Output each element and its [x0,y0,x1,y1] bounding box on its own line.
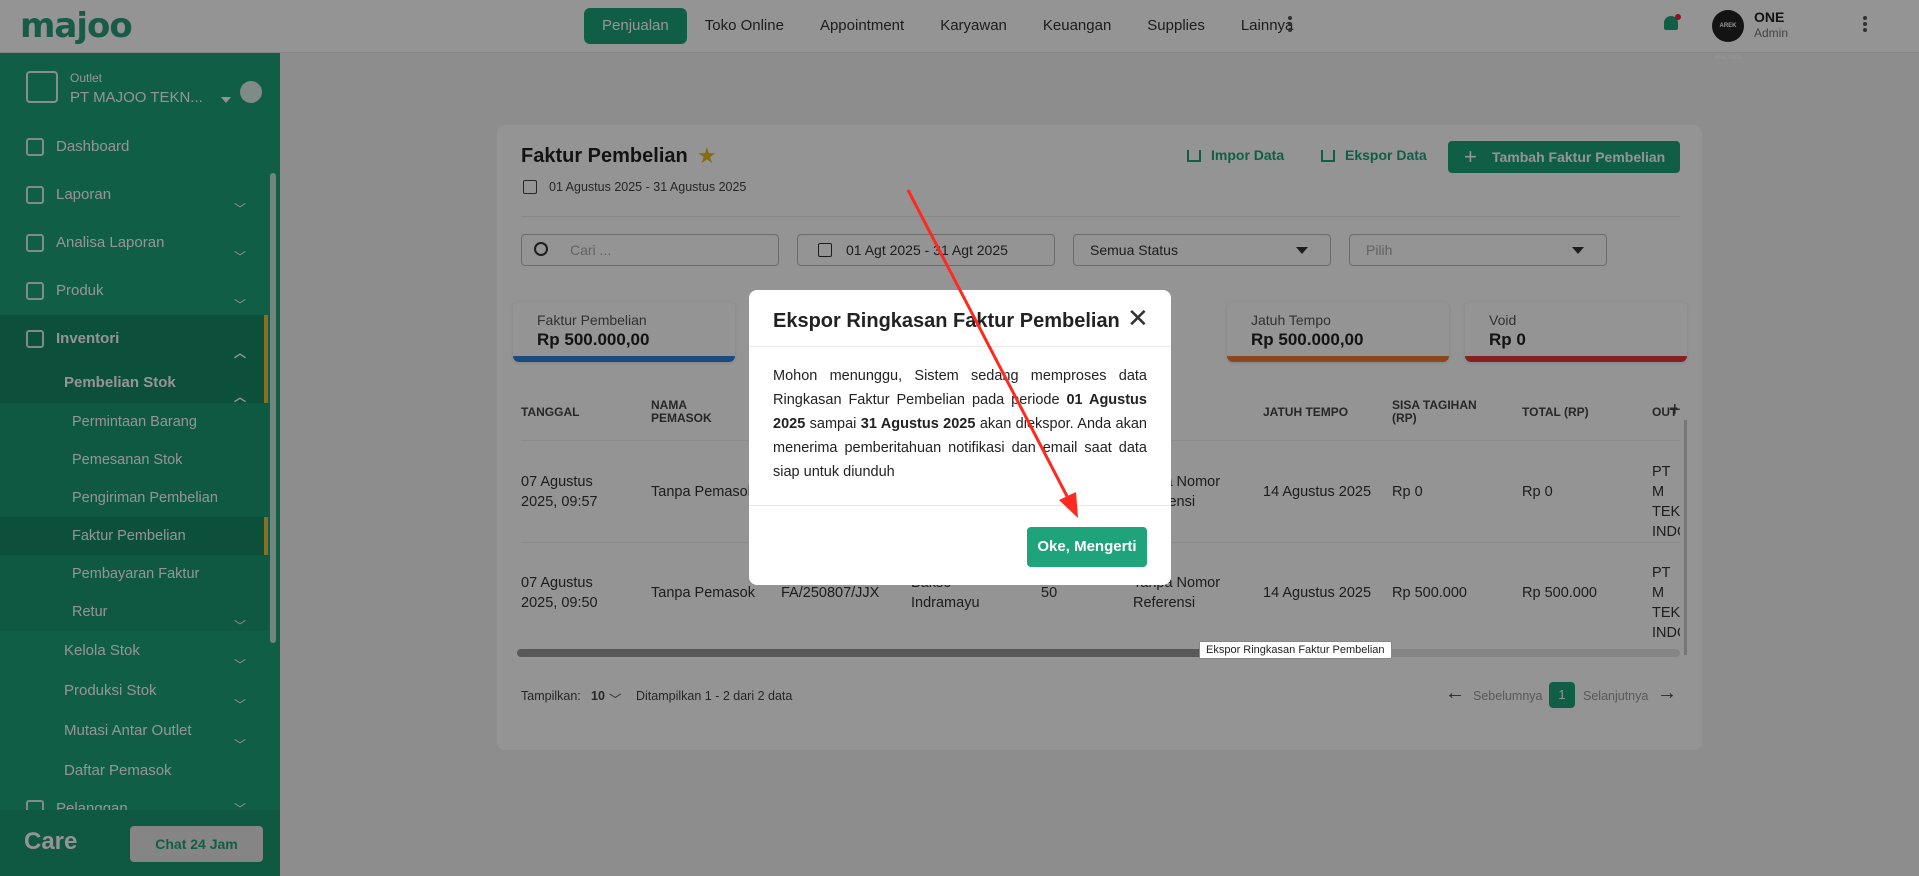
annotation-line [906,189,1072,503]
annotation-arrowhead [1059,492,1078,518]
annotation-arrow [906,189,1078,518]
tooltip: Ekspor Ringkasan Faktur Pembelian [1199,641,1392,659]
